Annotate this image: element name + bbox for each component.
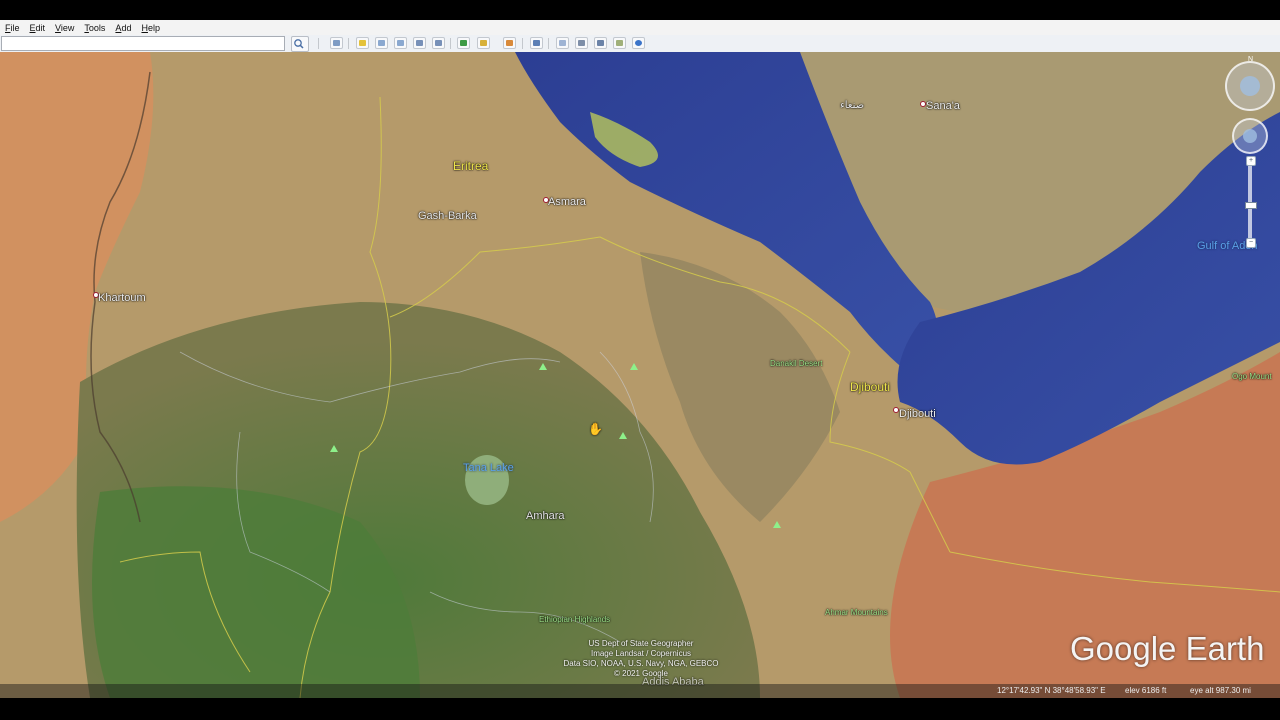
map-label-danakil-desert: Danakil Desert bbox=[770, 359, 823, 368]
top-letterbox bbox=[0, 0, 1280, 20]
google-earth-logo: Google Earth bbox=[1070, 630, 1265, 667]
map-label-khartoum: Khartoum bbox=[98, 292, 146, 304]
toolbar-separator bbox=[450, 38, 451, 49]
map-label-eritrea: Eritrea bbox=[453, 159, 489, 173]
add-image-overlay-button[interactable] bbox=[413, 37, 426, 49]
satellite-imagery bbox=[0, 52, 1280, 698]
map-label-asmara: Asmara bbox=[548, 196, 586, 208]
zoom-slider[interactable]: + − bbox=[1245, 156, 1257, 248]
menu-view[interactable]: View bbox=[50, 23, 79, 33]
earth-gallery-button[interactable] bbox=[632, 37, 645, 49]
zoom-in-button[interactable]: + bbox=[1246, 156, 1256, 166]
ruler-button[interactable] bbox=[530, 37, 543, 49]
map-label-ogo-mountains: Ogo Mount bbox=[1232, 372, 1272, 381]
add-placemark-button[interactable] bbox=[356, 37, 369, 49]
attribution-line: US Dept of State Geographer bbox=[588, 639, 694, 648]
image-overlay-icon bbox=[416, 40, 423, 46]
toolbar-separator bbox=[348, 38, 349, 49]
toolbar bbox=[0, 35, 1280, 53]
toolbar-separator bbox=[318, 38, 319, 49]
map-label-sanaa: Sana'a bbox=[926, 100, 960, 112]
map-view[interactable]: Eritrea Asmara Gash-Barka Sana'a صنعاء K… bbox=[0, 52, 1280, 698]
elevation-readout: elev 6186 ft bbox=[1125, 686, 1167, 695]
historical-imagery-button[interactable] bbox=[457, 37, 470, 49]
peak-icon[interactable] bbox=[630, 363, 638, 370]
map-label-ahmar-mountains: Ahmar Mountains bbox=[825, 608, 888, 617]
attribution-line: Image Landsat / Copernicus bbox=[590, 649, 692, 658]
status-bar: 12°17'42.93" N 38°48'58.93" E elev 6186 … bbox=[0, 684, 1280, 698]
look-joystick[interactable] bbox=[1225, 61, 1275, 111]
imagery-attribution: US Dept of State Geographer Image Landsa… bbox=[556, 639, 726, 679]
path-icon bbox=[397, 40, 404, 46]
ruler-icon bbox=[533, 40, 540, 46]
peak-icon[interactable] bbox=[539, 363, 547, 370]
zoom-thumb[interactable] bbox=[1245, 202, 1257, 209]
print-button[interactable] bbox=[575, 37, 588, 49]
print-icon bbox=[578, 40, 585, 46]
earth-gallery-icon bbox=[635, 40, 642, 46]
menu-tools[interactable]: Tools bbox=[79, 23, 110, 33]
map-label-gash-barka: Gash-Barka bbox=[418, 210, 477, 222]
view-in-maps-button[interactable] bbox=[613, 37, 626, 49]
record-tour-button[interactable] bbox=[432, 37, 445, 49]
coordinates-readout: 12°17'42.93" N 38°48'58.93" E bbox=[997, 686, 1106, 695]
move-joystick[interactable] bbox=[1232, 118, 1268, 154]
peak-icon[interactable] bbox=[330, 445, 338, 452]
map-label-tana-lake: Tana Lake bbox=[463, 462, 514, 474]
search-icon bbox=[294, 39, 304, 49]
sidebar-toggle-button[interactable] bbox=[330, 37, 343, 49]
add-polygon-button[interactable] bbox=[375, 37, 388, 49]
map-label-ethiopian-highlands: Ethiopian Highlands bbox=[539, 615, 611, 624]
peak-icon[interactable] bbox=[619, 432, 627, 439]
bottom-letterbox bbox=[0, 698, 1280, 720]
sunlight-button[interactable] bbox=[477, 37, 490, 49]
save-image-icon bbox=[597, 40, 604, 46]
historical-imagery-icon bbox=[460, 40, 467, 46]
attribution-line: Data SIO, NOAA, U.S. Navy, NGA, GEBCO bbox=[563, 659, 719, 668]
menu-add[interactable]: Add bbox=[110, 23, 136, 33]
navigation-controls: N + − bbox=[1225, 56, 1277, 256]
hand-cursor-icon: ✋ bbox=[588, 422, 603, 436]
map-label-djibouti-country: Djibouti bbox=[850, 380, 891, 394]
toolbar-separator bbox=[548, 38, 549, 49]
toolbar-separator bbox=[522, 38, 523, 49]
email-icon bbox=[559, 40, 566, 46]
view-in-maps-icon bbox=[616, 40, 623, 46]
polygon-icon bbox=[378, 40, 385, 46]
planets-button[interactable] bbox=[503, 37, 516, 49]
search-input[interactable] bbox=[1, 36, 285, 51]
look-eye-icon bbox=[1240, 76, 1260, 96]
search-button[interactable] bbox=[291, 36, 309, 52]
menu-bar: File Edit View Tools Add Help bbox=[0, 20, 1280, 36]
planets-icon bbox=[506, 40, 513, 46]
map-label-amhara: Amhara bbox=[526, 510, 565, 522]
zoom-out-button[interactable]: − bbox=[1246, 238, 1256, 248]
menu-help[interactable]: Help bbox=[136, 23, 165, 33]
placemark-icon bbox=[359, 40, 366, 46]
sunlight-icon bbox=[480, 40, 487, 46]
map-label-djibouti-city: Djibouti bbox=[899, 408, 936, 420]
menu-edit[interactable]: Edit bbox=[25, 23, 51, 33]
email-button[interactable] bbox=[556, 37, 569, 49]
record-tour-icon bbox=[435, 40, 442, 46]
sidebar-toggle-icon bbox=[333, 40, 340, 46]
add-path-button[interactable] bbox=[394, 37, 407, 49]
menu-file[interactable]: File bbox=[0, 23, 25, 33]
peak-icon[interactable] bbox=[773, 521, 781, 528]
eye-altitude-readout: eye alt 987.30 mi bbox=[1190, 686, 1251, 695]
save-image-button[interactable] bbox=[594, 37, 607, 49]
map-label-sanaa-arabic: صنعاء bbox=[840, 100, 865, 111]
move-hand-icon bbox=[1243, 129, 1257, 143]
